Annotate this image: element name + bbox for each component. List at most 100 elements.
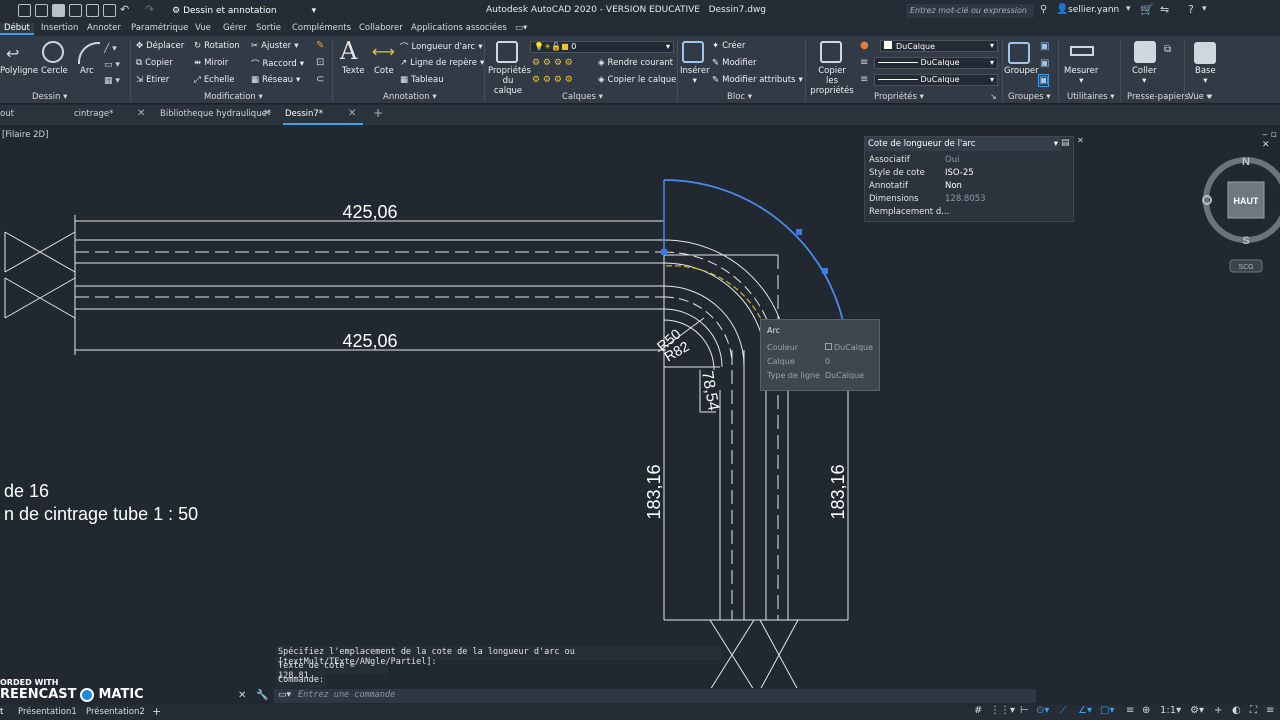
text-icon[interactable]: A <box>340 37 357 65</box>
panel-label-presse-papiers[interactable]: Presse-papiers <box>1127 92 1189 102</box>
close-icon[interactable]: ✕ <box>238 690 246 701</box>
chevron-down-icon[interactable]: ▾ <box>1126 4 1131 14</box>
palette-settings-icon[interactable]: ▤ <box>1061 138 1070 148</box>
layer-tools-icon[interactable]: ⚙ ⚙ ⚙ ⚙ <box>532 75 573 85</box>
match-properties-icon[interactable] <box>820 41 842 63</box>
grip-point[interactable] <box>661 249 667 255</box>
doc-tab-out[interactable]: out <box>0 109 14 119</box>
group-select-icon[interactable]: ▣ <box>1038 74 1050 87</box>
property-row[interactable]: Remplacement d... <box>865 206 1073 219</box>
command-prompt-icon[interactable]: ▭▾ <box>278 690 291 700</box>
exchange-icon[interactable]: ⇋ <box>1160 3 1169 16</box>
tab-applications[interactable]: Applications associées <box>411 23 507 33</box>
binoculars-icon[interactable]: ⚲ <box>1040 4 1047 15</box>
panel-launcher-icon[interactable]: ↘ <box>990 92 997 101</box>
offset-icon[interactable]: ⊂ <box>316 74 324 85</box>
new-tab-icon[interactable]: + <box>373 106 383 120</box>
base-view-icon[interactable] <box>1194 42 1216 64</box>
close-icon[interactable]: ✕ <box>263 108 271 119</box>
layer-properties-icon[interactable] <box>496 41 518 63</box>
base-view-button[interactable]: Base ▾ <box>1195 66 1216 86</box>
close-icon[interactable]: ✕ <box>1077 136 1084 145</box>
annotation-scale-icon[interactable]: 1:1▾ <box>1160 705 1181 716</box>
snap-icon[interactable]: ⋮⋮▾ <box>990 705 1015 716</box>
new-file-icon[interactable] <box>18 4 31 17</box>
cloud-icon[interactable] <box>86 4 99 17</box>
tab-sortie[interactable]: Sortie <box>256 23 281 33</box>
arc-icon[interactable] <box>78 42 100 64</box>
layout-tab-2[interactable]: Présentation2 <box>86 707 145 717</box>
trim-button[interactable]: ✂ Ajuster ▾ <box>251 41 298 51</box>
cart-icon[interactable]: 🛒 <box>1140 3 1154 16</box>
panel-label-calques[interactable]: Calques ▾ <box>562 92 603 102</box>
add-layout-icon[interactable]: + <box>152 705 161 718</box>
close-icon[interactable]: ✕ <box>137 108 145 119</box>
close-icon[interactable]: ✕ <box>348 108 356 119</box>
leader-button[interactable]: ↗ Ligne de repère ▾ <box>400 58 484 68</box>
isodraft-icon[interactable]: ⟋ <box>1060 705 1067 716</box>
ribbon-toggle-icon[interactable]: ▭▾ <box>515 23 527 33</box>
layout-tab-1[interactable]: Présentation1 <box>18 707 77 717</box>
tab-complements[interactable]: Compléments <box>292 23 351 33</box>
layer-dropdown[interactable]: 💡☀🔓■ 0 ▾ <box>530 41 674 53</box>
save-icon[interactable] <box>52 4 65 17</box>
tab-vue[interactable]: Vue <box>195 23 211 33</box>
array-button[interactable]: ▦ Réseau ▾ <box>251 75 300 85</box>
tab-collaborer[interactable]: Collaborer <box>359 23 403 33</box>
drawing-canvas[interactable]: 425,06 425,06 R50 R82 78,54 183,16 183,1… <box>0 125 1280 688</box>
rectangle-icon[interactable]: ▭ ▾ <box>104 60 120 70</box>
rotate-button[interactable]: ↻ Rotation <box>194 41 240 51</box>
property-row[interactable]: Dimensions 128.8053 <box>865 193 1073 206</box>
workspace-selector[interactable]: ⚙ Dessin et annotation ▾ <box>168 4 320 18</box>
viewcube[interactable]: HAUT N S SCG <box>1202 156 1280 273</box>
search-input[interactable]: Entrez mot-clé ou expression <box>906 4 1034 18</box>
lineweight-toggle-icon[interactable]: ≡ <box>1126 705 1134 716</box>
grip-point[interactable] <box>822 268 828 274</box>
edit-block-button[interactable]: ✎ Modifier <box>712 58 757 68</box>
workspace-gear-icon[interactable]: ⚙▾ <box>1190 705 1204 716</box>
color-dropdown[interactable]: DuCalque ▾ <box>880 40 998 52</box>
osnap-icon[interactable]: ▢▾ <box>1100 705 1114 716</box>
move-button[interactable]: ✥ Déplacer <box>136 41 184 51</box>
text-button[interactable]: Texte <box>342 66 364 76</box>
doc-tab-dessin7[interactable]: Dessin7* <box>285 109 323 119</box>
arc-length-button[interactable]: ⌒ Longueur d'arc ▾ <box>400 41 483 53</box>
group-edit-icon[interactable]: ▣ <box>1040 58 1049 69</box>
edit-attributes-button[interactable]: ✎ Modifier attributs ▾ <box>712 75 803 85</box>
make-current-button[interactable]: ◈ Rendre courant <box>598 58 673 68</box>
circle-button[interactable]: Cercle <box>41 66 68 76</box>
group-icon[interactable] <box>1008 42 1030 64</box>
wrench-icon[interactable]: 🔧 <box>256 690 268 701</box>
model-tab[interactable]: t <box>0 707 3 717</box>
hatch-icon[interactable]: ▦ ▾ <box>104 76 120 86</box>
fillet-button[interactable]: ⌒ Raccord ▾ <box>251 58 304 70</box>
tab-debut[interactable]: Début <box>0 23 34 35</box>
property-row[interactable]: Associatif Oui <box>865 154 1073 167</box>
match-properties-button[interactable]: Copier les propriétés <box>806 66 858 96</box>
doc-tab-bibliotheque[interactable]: Bibliotheque hydraulique* <box>160 109 271 119</box>
paste-button[interactable]: Coller ▾ <box>1132 66 1157 86</box>
group-button[interactable]: Grouper <box>1004 66 1039 76</box>
command-input[interactable]: Entrez une commande <box>274 689 1036 703</box>
redo-icon[interactable]: ↷ <box>145 3 154 16</box>
palette-type-dropdown[interactable]: Cote de longueur de l'arc ▾ <box>865 137 1061 151</box>
ribbon-menu-icon[interactable]: ▾ <box>1208 92 1212 102</box>
open-file-icon[interactable] <box>35 4 48 17</box>
mirror-button[interactable]: ⇹ Miroir <box>194 58 228 68</box>
layer-tools-icon[interactable]: ⚙ ⚙ ⚙ ⚙ <box>532 58 573 68</box>
customize-menu-icon[interactable]: ≡ <box>1266 705 1274 716</box>
stretch-button[interactable]: ⇲ Etirer <box>136 75 169 85</box>
polyline-button[interactable]: Polyligne <box>0 66 38 76</box>
explode-icon[interactable]: ⊡ <box>316 57 324 68</box>
panel-label-proprietes[interactable]: Propriétés ▾ <box>874 92 924 102</box>
layer-properties-button[interactable]: Propriétés du calque <box>488 66 531 96</box>
undo-icon[interactable]: ↶ <box>120 3 129 16</box>
tab-gerer[interactable]: Gérer <box>223 23 247 33</box>
panel-label-utilitaires[interactable]: Utilitaires ▾ <box>1067 92 1114 102</box>
doc-tab-cintrage[interactable]: cintrage* <box>74 109 113 119</box>
fullscreen-icon[interactable]: ⛶ <box>1250 705 1257 716</box>
paste-icon[interactable] <box>1134 41 1156 63</box>
lineweight-dropdown[interactable]: DuCalque ▾ <box>874 74 998 86</box>
dimension-button[interactable]: Cote <box>374 66 394 76</box>
erase-icon[interactable]: ✎ <box>316 40 324 51</box>
